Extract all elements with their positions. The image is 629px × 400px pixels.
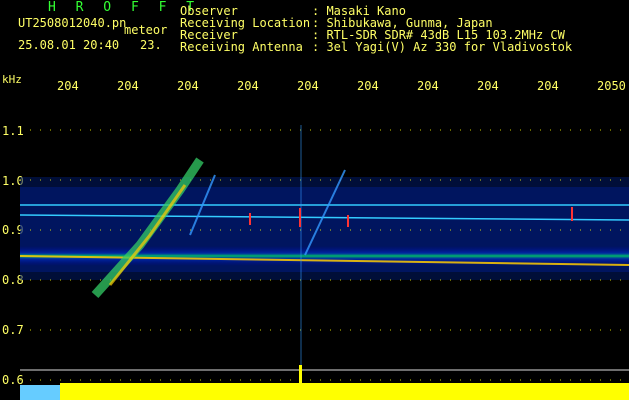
x-tick-label: 204 — [177, 79, 199, 93]
signal-peak — [299, 365, 302, 400]
x-tick-label: 204 — [417, 79, 439, 93]
x-tick-label: 204 — [297, 79, 319, 93]
signal-bars — [60, 383, 629, 400]
x-tick-label: 204 — [537, 79, 559, 93]
meteor-label: meteor — [124, 23, 168, 37]
signal-bars-left — [20, 385, 60, 400]
x-tick-label: 2050 — [597, 79, 626, 93]
extra-value: 23. — [140, 38, 162, 52]
x-tick-label: 204 — [117, 79, 139, 93]
file-name: UT2508012040.pn — [18, 16, 127, 30]
app-title: H R O F F T — [48, 0, 201, 15]
spectrogram — [19, 125, 629, 400]
antenna-label: Receiving Antenna — [180, 40, 303, 54]
x-tick-label: 204 — [477, 79, 499, 93]
antenna-value: : 3el Yagi(V) Az 330 for Vladivostok — [312, 40, 573, 54]
y-axis-unit: kHz — [2, 73, 22, 86]
x-tick-label: 204 — [357, 79, 379, 93]
x-tick-label: 204 — [237, 79, 259, 93]
date-time: 25.08.01 20:40 — [18, 38, 120, 52]
x-tick-label: 204 — [57, 79, 79, 93]
